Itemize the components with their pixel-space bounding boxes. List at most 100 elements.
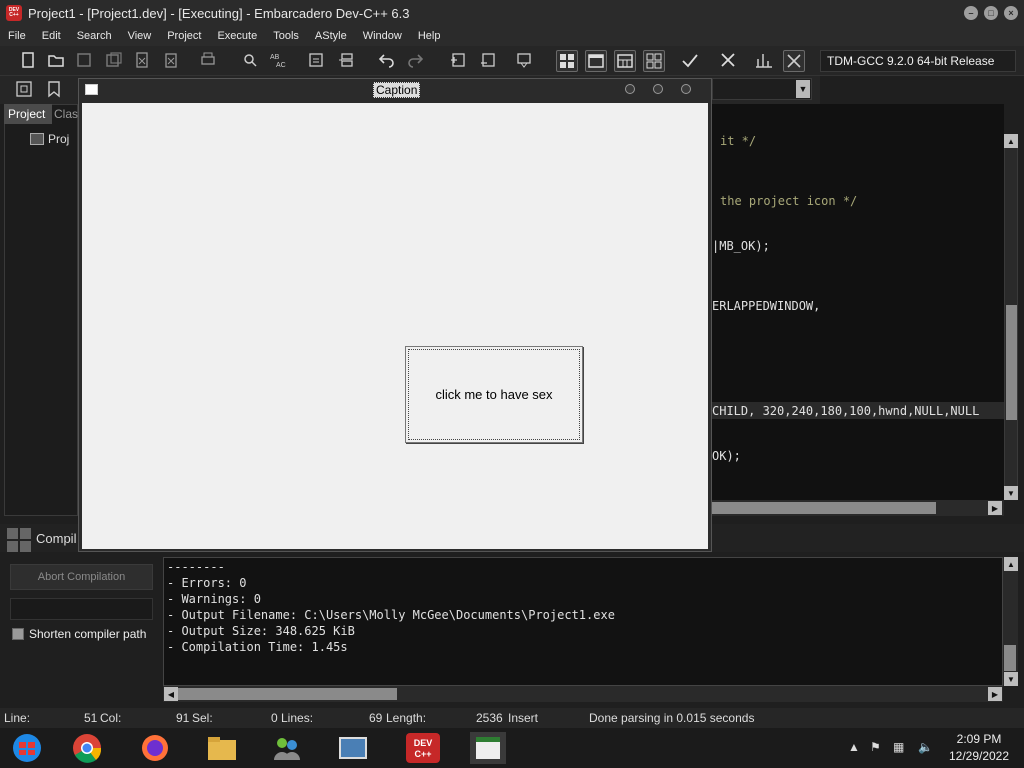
scrollbar-thumb[interactable] bbox=[1006, 305, 1017, 420]
status-message: Done parsing in 0.015 seconds bbox=[589, 711, 755, 725]
project-options-icon[interactable] bbox=[514, 50, 536, 72]
status-length-label: Length: bbox=[386, 711, 427, 725]
replace-icon[interactable]: AB AC bbox=[268, 50, 290, 72]
function-list-select[interactable]: ▼ bbox=[712, 78, 812, 100]
program-window-caption: Caption bbox=[373, 82, 421, 98]
insert-icon[interactable] bbox=[14, 79, 36, 101]
devcpp-taskbar-icon[interactable]: DEV C++ bbox=[405, 732, 441, 764]
scroll-right-icon[interactable]: ▶ bbox=[988, 687, 1002, 701]
tab-compile-log[interactable]: Compil bbox=[36, 531, 76, 546]
shorten-path-label: Shorten compiler path bbox=[29, 627, 147, 641]
title-bar[interactable]: DEV C++ Project1 - [Project1.dev] - [Exe… bbox=[0, 0, 1024, 26]
menu-window[interactable]: Window bbox=[355, 30, 410, 42]
program-window-icon bbox=[85, 84, 98, 95]
menu-execute[interactable]: Execute bbox=[209, 30, 265, 42]
new-file-icon[interactable] bbox=[18, 50, 40, 72]
find-icon[interactable] bbox=[240, 50, 262, 72]
clock-date[interactable]: 12/29/2022 bbox=[944, 749, 1014, 763]
tab-classes[interactable]: Clas bbox=[52, 104, 78, 124]
messenger-icon[interactable] bbox=[270, 732, 304, 764]
code-line: |MB_OK); bbox=[712, 239, 770, 253]
log-line: - Output Filename: C:\Users\Molly McGee\… bbox=[167, 608, 615, 622]
save-all-icon[interactable] bbox=[104, 50, 126, 72]
program-maximize-button[interactable] bbox=[653, 84, 663, 94]
abort-compilation-button[interactable]: Abort Compilation bbox=[10, 564, 153, 590]
profile-icon[interactable] bbox=[754, 50, 776, 72]
scroll-down-icon[interactable]: ▼ bbox=[1004, 486, 1018, 500]
firefox-icon[interactable] bbox=[138, 732, 172, 764]
menu-project[interactable]: Project bbox=[159, 30, 209, 42]
editor-horizontal-scrollbar[interactable] bbox=[712, 500, 1004, 516]
compile-run-icon[interactable] bbox=[614, 50, 636, 72]
log-vertical-scrollbar[interactable] bbox=[1003, 557, 1018, 686]
close-button[interactable]: × bbox=[1004, 6, 1018, 20]
running-program-icon[interactable] bbox=[470, 732, 506, 764]
unindent-icon[interactable] bbox=[336, 50, 358, 72]
scrollbar-thumb[interactable] bbox=[712, 502, 936, 514]
delete-profile-icon[interactable] bbox=[783, 50, 805, 72]
menu-view[interactable]: View bbox=[120, 30, 160, 42]
project-tree-node[interactable]: Proj bbox=[18, 132, 69, 146]
maximize-button[interactable]: □ bbox=[984, 6, 998, 20]
close-file-icon[interactable] bbox=[132, 50, 154, 72]
save-icon[interactable] bbox=[74, 50, 96, 72]
scroll-down-icon[interactable]: ▼ bbox=[1004, 672, 1018, 686]
start-icon[interactable] bbox=[10, 732, 44, 764]
redo-icon[interactable] bbox=[406, 50, 428, 72]
close-all-icon[interactable] bbox=[162, 50, 184, 72]
syntax-check-icon[interactable] bbox=[680, 50, 702, 72]
flag-icon[interactable]: ⚑ bbox=[870, 740, 881, 754]
chrome-icon[interactable] bbox=[70, 732, 104, 764]
chevron-down-icon[interactable]: ▼ bbox=[796, 80, 810, 98]
program-close-button[interactable] bbox=[681, 84, 691, 94]
svg-text:DEV: DEV bbox=[414, 738, 433, 748]
compiler-select[interactable]: TDM-GCC 9.2.0 64-bit Release bbox=[820, 50, 1016, 72]
click-me-button[interactable]: click me to have sex bbox=[405, 346, 583, 443]
new-project-icon[interactable] bbox=[448, 50, 470, 72]
menu-astyle[interactable]: AStyle bbox=[307, 30, 355, 42]
menu-search[interactable]: Search bbox=[69, 30, 120, 42]
remove-from-project-icon[interactable] bbox=[478, 50, 500, 72]
volume-icon[interactable]: 🔈 bbox=[918, 740, 933, 754]
scrollbar-thumb[interactable] bbox=[1004, 645, 1016, 671]
menu-help[interactable]: Help bbox=[410, 30, 449, 42]
status-col-label: Col: bbox=[100, 711, 122, 725]
compile-log[interactable]: -------- - Errors: 0 - Warnings: 0 - Out… bbox=[163, 557, 1003, 686]
scrollbar-thumb[interactable] bbox=[177, 688, 397, 700]
scroll-up-icon[interactable]: ▲ bbox=[1004, 557, 1018, 571]
scroll-right-icon[interactable]: ▶ bbox=[988, 501, 1002, 515]
run-icon[interactable] bbox=[585, 50, 607, 72]
stop-execution-icon[interactable] bbox=[718, 50, 740, 72]
file-explorer-icon[interactable] bbox=[205, 732, 239, 764]
open-folder-icon[interactable] bbox=[46, 50, 68, 72]
svg-text:AB: AB bbox=[270, 54, 280, 61]
code-line: it */ bbox=[720, 134, 757, 148]
program-window[interactable]: Caption click me to have sex bbox=[78, 78, 712, 552]
clock-time[interactable]: 2:09 PM bbox=[944, 732, 1014, 746]
scroll-up-icon[interactable]: ▲ bbox=[1004, 134, 1018, 148]
log-line: - Warnings: 0 bbox=[167, 592, 261, 606]
rebuild-all-icon[interactable] bbox=[643, 50, 665, 72]
status-line-label: Line: bbox=[4, 711, 31, 725]
program-window-titlebar[interactable]: Caption bbox=[79, 79, 711, 101]
show-hidden-icons[interactable]: ▲ bbox=[848, 740, 860, 754]
indent-icon[interactable] bbox=[306, 50, 328, 72]
editor-vertical-scrollbar[interactable] bbox=[1004, 134, 1018, 500]
shorten-path-checkbox[interactable] bbox=[12, 628, 24, 640]
compile-icon[interactable] bbox=[556, 50, 578, 72]
print-icon[interactable] bbox=[198, 50, 220, 72]
bookmark-icon[interactable] bbox=[44, 79, 66, 101]
scroll-left-icon[interactable]: ◀ bbox=[164, 687, 178, 701]
log-horizontal-scrollbar[interactable] bbox=[163, 686, 1003, 702]
menu-edit[interactable]: Edit bbox=[34, 30, 69, 42]
minimize-button[interactable]: – bbox=[964, 6, 978, 20]
photo-viewer-icon[interactable] bbox=[336, 732, 370, 764]
compiler-tab-icon[interactable] bbox=[6, 527, 32, 553]
tab-project[interactable]: Project bbox=[4, 104, 52, 124]
program-minimize-button[interactable] bbox=[625, 84, 635, 94]
undo-icon[interactable] bbox=[376, 50, 398, 72]
menu-tools[interactable]: Tools bbox=[265, 30, 307, 42]
menu-file[interactable]: File bbox=[0, 30, 34, 42]
network-icon[interactable]: ▦ bbox=[893, 740, 904, 754]
status-length-value: 2536 bbox=[476, 711, 503, 725]
